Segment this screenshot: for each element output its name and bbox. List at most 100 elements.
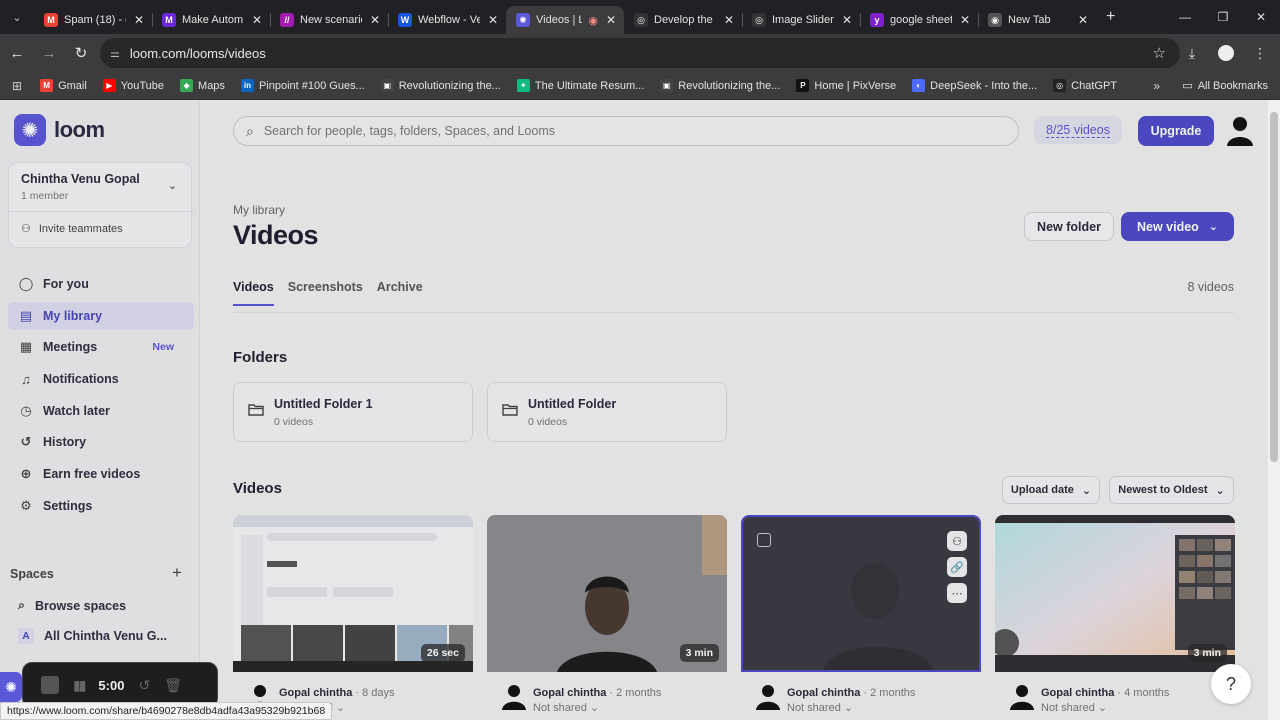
bookmark-item[interactable]: ◎ ChatGPT <box>1053 79 1117 92</box>
tab-archive[interactable]: Archive <box>377 280 423 306</box>
bookmarks-overflow-icon[interactable]: » <box>1153 79 1160 93</box>
browser-tab[interactable]: M Make Autom ✕ <box>152 6 270 34</box>
pause-icon[interactable]: ▮▮ <box>73 677 86 694</box>
browser-tab[interactable]: ◎ Image Slider ✕ <box>742 6 860 34</box>
sidebar-item-my-library[interactable]: ▤ My library <box>8 301 194 330</box>
close-tab-icon[interactable]: ✕ <box>1076 13 1090 27</box>
upgrade-button[interactable]: Upgrade <box>1138 116 1214 146</box>
page-scrollbar[interactable] <box>1268 100 1280 720</box>
browser-tab[interactable]: ◎ Develop the ✕ <box>624 6 742 34</box>
browser-tab[interactable]: y google sheet ✕ <box>860 6 978 34</box>
scrollbar-thumb[interactable] <box>1270 112 1278 462</box>
more-options-icon[interactable]: ⋯ <box>947 583 967 603</box>
browse-spaces-link[interactable]: ⌕ Browse spaces <box>18 598 126 613</box>
close-tab-icon[interactable]: ✕ <box>250 13 264 27</box>
invite-teammates-button[interactable]: ⚇ Invite teammates <box>21 222 123 236</box>
sidebar-item-notifications[interactable]: ♫ Notifications <box>8 365 194 393</box>
close-tab-icon[interactable]: ✕ <box>840 13 854 27</box>
close-window-icon[interactable]: ✕ <box>1242 0 1280 34</box>
folder-card[interactable]: Untitled Folder 1 0 videos <box>233 382 473 442</box>
sort-order-label: Newest to Oldest <box>1118 484 1208 496</box>
all-bookmarks[interactable]: ▭ All Bookmarks <box>1182 79 1268 93</box>
bookmark-item[interactable]: ◆ Maps <box>180 79 225 92</box>
browser-tab[interactable]: W Webflow - Ve ✕ <box>388 6 506 34</box>
close-tab-icon[interactable]: ✕ <box>132 13 146 27</box>
close-tab-icon[interactable]: ✕ <box>368 13 382 27</box>
video-thumbnail[interactable]: 3 min <box>995 515 1235 672</box>
add-space-plus-icon[interactable]: + <box>172 563 182 583</box>
bookmark-item[interactable]: M Gmail <box>40 79 87 92</box>
bookmark-item[interactable]: in Pinpoint #100 Gues... <box>240 79 365 92</box>
help-button[interactable]: ? <box>1211 664 1251 704</box>
share-status-dropdown[interactable]: Not shared ⌄ <box>533 701 599 714</box>
space-item-all[interactable]: A All Chintha Venu G... <box>18 628 167 644</box>
sort-order-dropdown[interactable]: Newest to Oldest ⌄ <box>1109 476 1234 504</box>
bookmark-star-icon[interactable]: ☆ <box>1153 44 1166 62</box>
workspace-switcher[interactable]: Chintha Venu Gopal 1 member ⌄ <box>9 163 193 211</box>
minimize-icon[interactable]: — <box>1166 0 1204 34</box>
loom-logo[interactable]: ✺ loom <box>14 114 105 146</box>
video-card[interactable]: 3 min Gopal chintha · 4 months Not share… <box>995 515 1235 720</box>
sidebar-item-history[interactable]: ↺ History <box>8 428 194 456</box>
sort-field-dropdown[interactable]: Upload date ⌄ <box>1002 476 1100 504</box>
restore-icon[interactable]: ❐ <box>1204 0 1242 34</box>
bookmark-item[interactable]: P Home | PixVerse <box>796 79 896 92</box>
search-input[interactable] <box>263 124 984 138</box>
new-video-button[interactable]: New video ⌄ <box>1121 212 1234 241</box>
video-card[interactable]: 3 min Gopal chintha · 2 months Not share… <box>487 515 727 720</box>
site-settings-icon[interactable]: ⚌ <box>110 47 120 60</box>
sidebar-item-meetings[interactable]: ▦ Meetings New <box>8 333 194 361</box>
bookmark-item[interactable]: ◐ DeepSeek - Into the... <box>912 79 1037 92</box>
video-thumbnail[interactable]: 26 sec <box>233 515 473 672</box>
address-bar[interactable]: ⚌ loom.com/looms/videos ☆ <box>100 38 1180 68</box>
reload-icon[interactable]: ↻ <box>66 38 96 68</box>
folder-card[interactable]: Untitled Folder 0 videos <box>487 382 727 442</box>
bookmark-item[interactable]: ✦ The Ultimate Resum... <box>516 79 644 92</box>
copy-link-icon[interactable]: 🔗 <box>947 557 967 577</box>
breadcrumb[interactable]: My library <box>233 203 285 217</box>
profile-icon[interactable] <box>1212 38 1240 68</box>
sidebar-item-label: Watch later <box>43 403 110 418</box>
browser-tab[interactable]: // New scenario ✕ <box>270 6 388 34</box>
video-thumbnail[interactable]: 3 min <box>487 515 727 672</box>
bookmark-item[interactable]: ▣ Revolutionizing the... <box>380 79 501 92</box>
forward-arrow-icon[interactable]: → <box>34 38 64 68</box>
share-status-dropdown[interactable]: Not shared ⌄ <box>787 701 853 714</box>
download-icon[interactable]: ⤓ <box>1178 38 1206 68</box>
stop-recording-button[interactable] <box>41 676 59 694</box>
apps-grid-icon[interactable]: ⊞ <box>12 79 22 93</box>
back-arrow-icon[interactable]: ← <box>2 38 32 68</box>
tab-videos[interactable]: Videos <box>233 280 274 306</box>
share-user-icon[interactable]: ⚇ <box>947 531 967 551</box>
window-controls: — ❐ ✕ <box>1166 0 1280 34</box>
tab-search-chevron-icon[interactable]: ⌄ <box>0 0 34 34</box>
share-status-dropdown[interactable]: Not shared ⌄ <box>1041 701 1107 714</box>
video-card[interactable]: 26 sec Gopal chintha · 8 days Not shared… <box>233 515 473 720</box>
new-folder-button[interactable]: New folder <box>1024 212 1114 241</box>
select-video-checkbox[interactable] <box>757 533 771 547</box>
restart-icon[interactable]: ↺ <box>138 677 150 694</box>
tab-screenshots[interactable]: Screenshots <box>288 280 363 306</box>
close-tab-icon[interactable]: ✕ <box>604 13 618 27</box>
browser-tab[interactable]: ✺ Videos | L ◉ ✕ <box>506 6 624 34</box>
sidebar-item-earn-free-videos[interactable]: ⊕ Earn free videos <box>8 460 194 488</box>
bookmark-item[interactable]: ▶ YouTube <box>102 79 164 92</box>
owner-avatar <box>502 685 526 710</box>
video-thumbnail[interactable]: ⚇ 🔗 ⋯ <box>741 515 981 672</box>
close-tab-icon[interactable]: ✕ <box>958 13 972 27</box>
browser-tab[interactable]: M Spam (18) - c ✕ <box>34 6 152 34</box>
bookmark-item[interactable]: ▣ Revolutionizing the... <box>660 79 780 92</box>
sidebar-item-settings[interactable]: ⚙ Settings <box>8 492 194 520</box>
user-avatar[interactable] <box>1226 114 1254 146</box>
trash-icon[interactable]: 🗑 <box>164 677 182 694</box>
browser-tab[interactable]: ◉ New Tab ✕ <box>978 6 1096 34</box>
sidebar-item-watch-later[interactable]: ◷ Watch later <box>8 397 194 425</box>
close-tab-icon[interactable]: ✕ <box>486 13 500 27</box>
new-tab-plus-icon[interactable]: + <box>1106 8 1115 26</box>
browser-menu-icon[interactable]: ⋮ <box>1246 38 1274 68</box>
video-quota-badge[interactable]: 8/25 videos <box>1034 116 1122 144</box>
sidebar-item-for-you[interactable]: ◯ For you <box>8 270 194 298</box>
loom-recorder-logo-icon[interactable]: ✺ <box>0 672 22 702</box>
close-tab-icon[interactable]: ✕ <box>722 13 736 27</box>
video-card[interactable]: ⚇ 🔗 ⋯ Gopal chintha · 2 months Not share… <box>741 515 981 720</box>
